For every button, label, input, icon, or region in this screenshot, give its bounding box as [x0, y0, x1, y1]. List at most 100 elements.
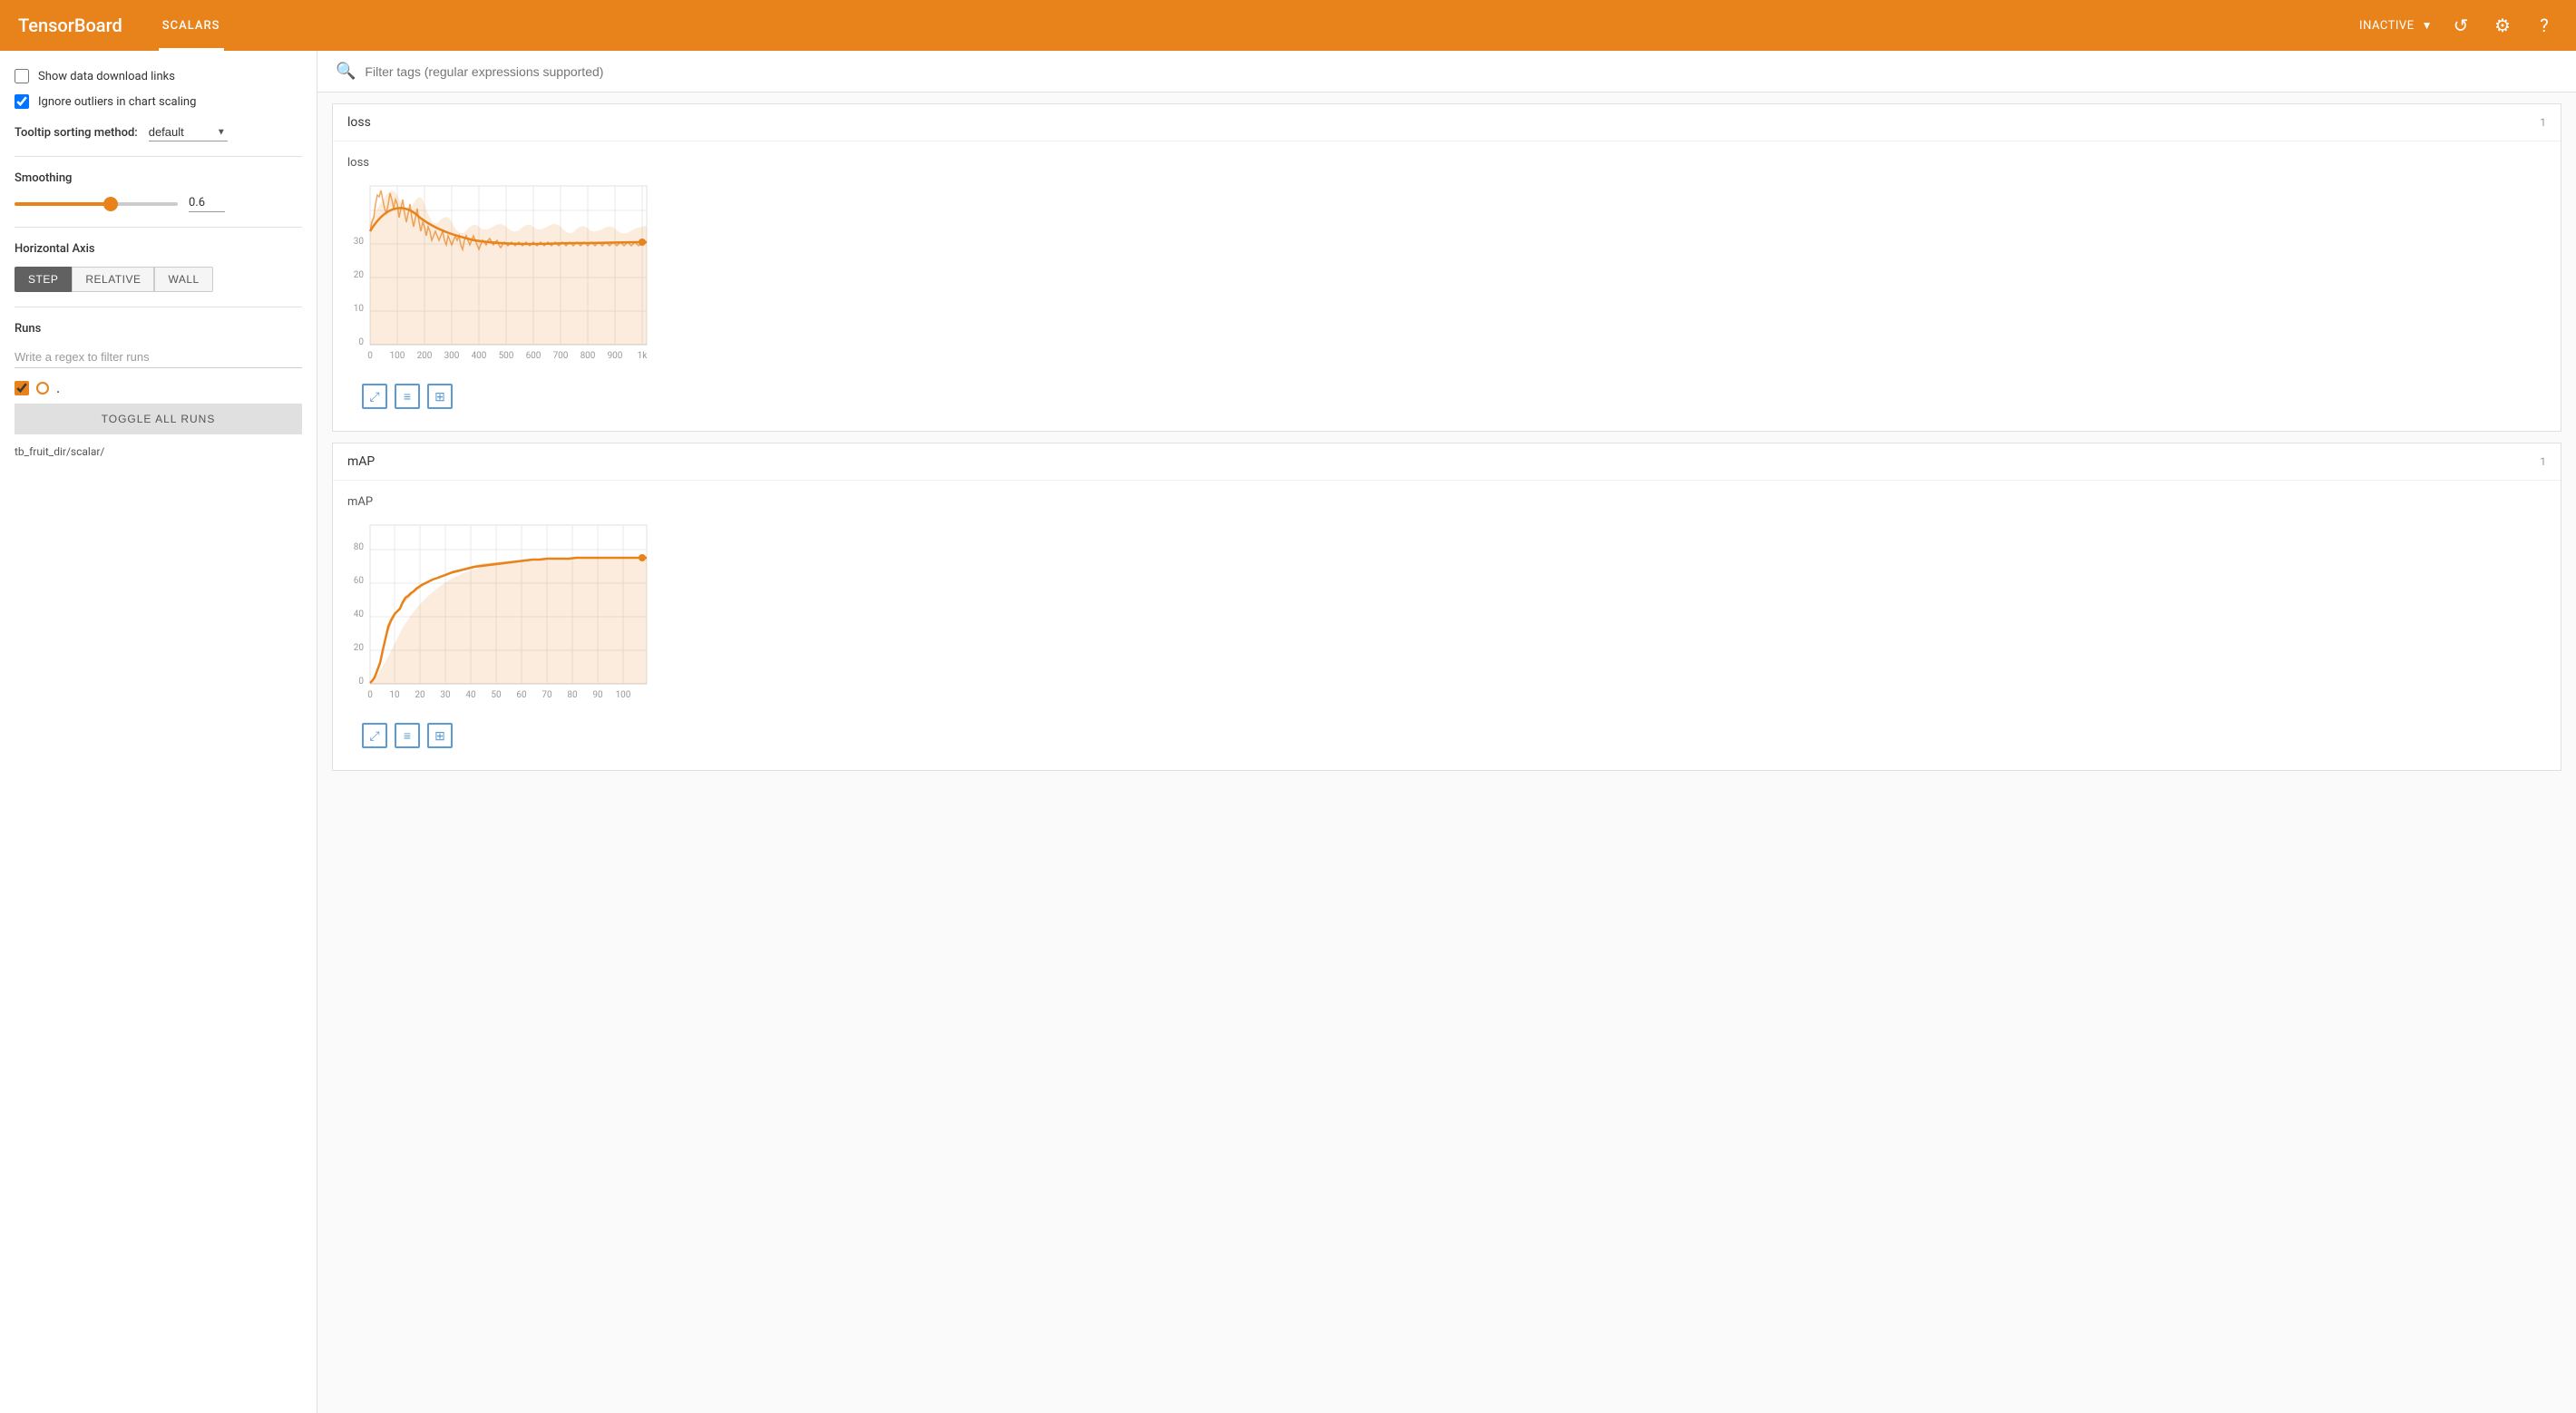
tooltip-select[interactable]: default ascending descending nearest [149, 123, 228, 141]
run-checkbox[interactable] [15, 381, 29, 395]
svg-text:30: 30 [354, 237, 365, 247]
status-dropdown-icon[interactable]: ▼ [2422, 19, 2433, 32]
tooltip-select-wrapper[interactable]: default ascending descending nearest [149, 123, 228, 141]
axis-buttons: STEP RELATIVE WALL [15, 267, 302, 292]
loss-chart-svg: 0 10 20 30 [347, 177, 656, 376]
header-left: TensorBoard SCALARS [18, 0, 224, 51]
map-section: mAP 1 mAP 0 20 40 60 80 [332, 443, 2561, 771]
map-expand-button[interactable]: ⤢ [362, 723, 387, 748]
divider-1 [15, 156, 302, 157]
header-nav: SCALARS [159, 0, 224, 51]
svg-text:200: 200 [417, 351, 433, 361]
nav-scalars[interactable]: SCALARS [159, 0, 224, 51]
svg-text:40: 40 [465, 690, 476, 700]
axis-label: Horizontal Axis [15, 242, 302, 256]
filter-search-icon: 🔍 [336, 62, 356, 81]
loss-chart-container: 0 10 20 30 [347, 177, 2546, 376]
axis-wall-button[interactable]: WALL [154, 267, 212, 292]
map-chart-toolbar: ⤢ ≡ ⊞ [347, 716, 2546, 755]
loss-section-count: 1 [2540, 116, 2546, 129]
axis-step-button[interactable]: STEP [15, 267, 72, 292]
svg-text:70: 70 [542, 690, 552, 700]
loss-section-header: loss 1 [333, 104, 2561, 141]
header-right: INACTIVE ▼ ↺ ⚙ ? [2359, 12, 2558, 39]
loss-chart-title: loss [347, 156, 2546, 170]
toggle-all-runs-button[interactable]: TOGGLE ALL RUNS [15, 404, 302, 434]
app-logo: TensorBoard [18, 15, 122, 36]
svg-text:80: 80 [354, 542, 365, 552]
show-download-label: Show data download links [38, 70, 175, 83]
svg-text:0: 0 [358, 677, 364, 687]
loss-section: loss 1 loss 0 1 0 [332, 103, 2561, 432]
loss-chart-body: loss 0 10 20 30 [333, 141, 2561, 431]
tooltip-row: Tooltip sorting method: default ascendin… [15, 123, 302, 141]
svg-text:50: 50 [491, 690, 502, 700]
app-body: Show data download links Ignore outliers… [0, 51, 2576, 1413]
header-status: INACTIVE ▼ [2359, 19, 2433, 33]
sidebar-options-section: Show data download links Ignore outliers… [15, 69, 302, 109]
map-chart-body: mAP 0 20 40 60 80 [333, 481, 2561, 770]
runs-section: Runs . TOGGLE ALL RUNS tb_fruit_dir/scal… [15, 322, 302, 458]
svg-text:0: 0 [367, 690, 373, 700]
map-chart-svg: 0 20 40 60 80 [347, 516, 656, 716]
svg-text:80: 80 [567, 690, 578, 700]
ignore-outliers-label: Ignore outliers in chart scaling [38, 95, 196, 109]
loss-section-title: loss [347, 115, 371, 130]
svg-text:500: 500 [499, 351, 514, 361]
svg-text:60: 60 [354, 576, 365, 586]
svg-text:20: 20 [354, 643, 365, 653]
svg-text:400: 400 [472, 351, 487, 361]
loss-pan-button[interactable]: ⊞ [427, 384, 453, 409]
ignore-outliers-row[interactable]: Ignore outliers in chart scaling [15, 94, 302, 109]
runs-label: Runs [15, 322, 302, 336]
svg-text:20: 20 [415, 690, 425, 700]
show-download-row[interactable]: Show data download links [15, 69, 302, 83]
svg-text:60: 60 [516, 690, 527, 700]
svg-text:0: 0 [358, 337, 364, 347]
map-chart-title: mAP [347, 495, 2546, 509]
svg-text:100: 100 [390, 351, 405, 361]
show-download-checkbox[interactable] [15, 69, 29, 83]
main-content: 🔍 loss 1 loss [317, 51, 2576, 1413]
loss-expand-button[interactable]: ⤢ [362, 384, 387, 409]
smoothing-section: Smoothing 0.6 [15, 171, 302, 212]
svg-text:40: 40 [354, 609, 365, 619]
map-pan-button[interactable]: ⊞ [427, 723, 453, 748]
svg-text:100: 100 [616, 690, 631, 700]
svg-text:1k: 1k [638, 351, 649, 361]
smoothing-slider[interactable] [15, 202, 178, 206]
smoothing-label: Smoothing [15, 171, 302, 185]
run-path: tb_fruit_dir/scalar/ [15, 445, 302, 458]
map-section-count: 1 [2540, 455, 2546, 468]
loss-chart-toolbar: ⤢ ≡ ⊞ [347, 376, 2546, 416]
smoothing-value: 0.6 [189, 196, 225, 212]
run-color-circle [36, 382, 49, 395]
slider-row: 0.6 [15, 196, 302, 212]
app-header: TensorBoard SCALARS INACTIVE ▼ ↺ ⚙ ? [0, 0, 2576, 51]
svg-text:90: 90 [592, 690, 603, 700]
map-data-button[interactable]: ≡ [395, 723, 420, 748]
ignore-outliers-checkbox[interactable] [15, 94, 29, 109]
run-item: . [15, 379, 302, 396]
loss-data-button[interactable]: ≡ [395, 384, 420, 409]
svg-text:30: 30 [440, 690, 451, 700]
axis-relative-button[interactable]: RELATIVE [72, 267, 154, 292]
svg-text:700: 700 [553, 351, 569, 361]
tooltip-label: Tooltip sorting method: [15, 126, 138, 140]
sidebar: Show data download links Ignore outliers… [0, 51, 317, 1413]
runs-filter-input[interactable] [15, 346, 302, 368]
run-dot-label: . [56, 379, 60, 396]
svg-text:20: 20 [354, 270, 365, 280]
map-chart-container: 0 20 40 60 80 [347, 516, 2546, 716]
divider-2 [15, 227, 302, 228]
svg-text:800: 800 [581, 351, 596, 361]
settings-icon[interactable]: ⚙ [2489, 12, 2516, 39]
filter-tags-input[interactable] [365, 64, 2558, 79]
help-icon[interactable]: ? [2531, 12, 2558, 39]
svg-text:0: 0 [367, 351, 373, 361]
svg-text:300: 300 [444, 351, 460, 361]
axis-section: Horizontal Axis STEP RELATIVE WALL [15, 242, 302, 292]
svg-text:900: 900 [608, 351, 623, 361]
refresh-icon[interactable]: ↺ [2447, 12, 2474, 39]
svg-text:600: 600 [526, 351, 542, 361]
